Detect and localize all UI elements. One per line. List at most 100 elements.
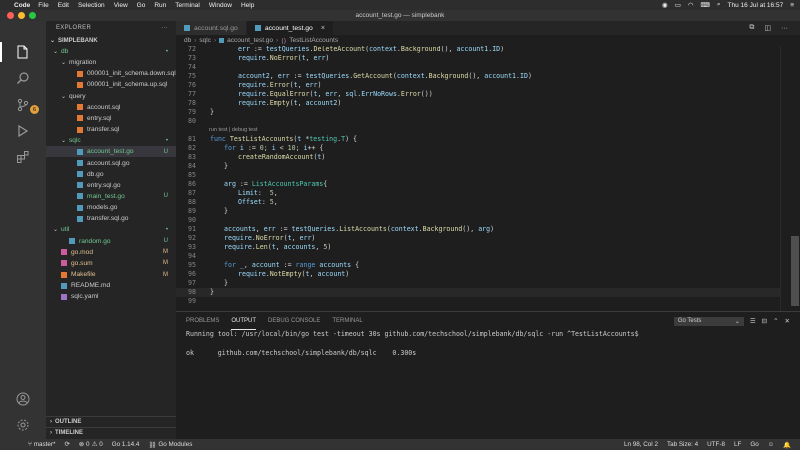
codelens-run-debug-test[interactable]: run test | debug test <box>209 127 258 134</box>
tab-account-test-go[interactable]: account_test.go × <box>246 21 334 35</box>
notifications-icon[interactable]: 🔔 <box>783 441 791 449</box>
code-line[interactable]: 97} <box>176 279 780 288</box>
tree-item-transfer-sql-go[interactable]: transfer.sql.go <box>46 213 176 224</box>
extensions-icon[interactable] <box>13 147 33 167</box>
breadcrumb-item[interactable]: sqlc <box>199 37 211 44</box>
code-line[interactable]: 78 require.Empty(t, account2) <box>176 99 780 108</box>
tree-item-migration[interactable]: ⌄ migration <box>46 57 176 68</box>
tree-item-db-go[interactable]: db.go <box>46 169 176 180</box>
tree-item-000001-init-schema-down-sql[interactable]: 000001_init_schema.down.sql <box>46 68 176 79</box>
code-line[interactable]: 89} <box>176 207 780 216</box>
code-line[interactable]: 90 <box>176 216 780 225</box>
tree-item-sqlc[interactable]: ⌄ sqlc • <box>46 135 176 146</box>
end-of-line[interactable]: LF <box>734 441 741 448</box>
code-line[interactable]: 75 account2, err := testQueries.GetAccoun… <box>176 72 780 81</box>
more-actions-icon[interactable]: ··· <box>161 25 168 31</box>
close-window-button[interactable] <box>7 12 14 19</box>
code-line[interactable]: 73 require.NoError(t, err) <box>176 54 780 63</box>
close-icon[interactable]: × <box>321 25 325 32</box>
run-debug-icon[interactable] <box>13 121 33 141</box>
code-line[interactable]: 81 func TestListAccounts(t *testing.T) { <box>176 135 780 144</box>
menu-run[interactable]: Run <box>154 2 166 9</box>
tab-account-sql-go[interactable]: account.sql.go <box>176 21 247 35</box>
menu-edit[interactable]: Edit <box>58 2 69 9</box>
tree-item-go-mod[interactable]: go.mod M <box>46 247 176 258</box>
code-line[interactable]: 94 <box>176 252 780 261</box>
go-modules[interactable]: ⛓ Go Modules <box>148 441 192 449</box>
tree-item-entry-sql[interactable]: entry.sql <box>46 113 176 124</box>
git-branch[interactable]: ⑂ master* <box>28 441 55 448</box>
code-line[interactable]: 82 for i := 0; i < 10; i++ { <box>176 144 780 153</box>
maximize-panel-icon[interactable]: ⌃ <box>773 317 778 325</box>
more-actions-icon[interactable]: ··· <box>781 25 788 32</box>
tree-item-query[interactable]: ⌄ query <box>46 91 176 102</box>
account-icon[interactable] <box>13 389 33 409</box>
code-line[interactable]: 93 require.Len(t, accounts, 5) <box>176 243 780 252</box>
feedback-icon[interactable]: ☺ <box>768 441 774 448</box>
output-content[interactable]: Running tool: /usr/local/bin/go test -ti… <box>176 330 800 358</box>
tree-item-transfer-sql[interactable]: transfer.sql <box>46 124 176 135</box>
timeline-section[interactable]: › TIMELINE <box>46 427 176 438</box>
minimize-window-button[interactable] <box>18 12 25 19</box>
code-line[interactable]: 72 err := testQueries.DeleteAccount(conte… <box>176 46 780 54</box>
code-line[interactable]: 95 for _, account := range accounts { <box>176 261 780 270</box>
menu-help[interactable]: Help <box>241 2 254 9</box>
tree-item-models-go[interactable]: models.go <box>46 202 176 213</box>
code-editor[interactable]: 72 err := testQueries.DeleteAccount(conte… <box>176 46 780 311</box>
menu-window[interactable]: Window <box>209 2 232 9</box>
code-line[interactable]: 99 <box>176 297 780 306</box>
menu-selection[interactable]: Selection <box>78 2 105 9</box>
code-line[interactable]: 84} <box>176 162 780 171</box>
code-line[interactable]: 76 require.Error(t, err) <box>176 81 780 90</box>
tree-item-account-test-go[interactable]: account_test.go U <box>46 146 176 158</box>
zoom-window-button[interactable] <box>29 12 36 19</box>
code-line[interactable]: 74 <box>176 63 780 72</box>
tree-item-util[interactable]: ⌄ util • <box>46 224 176 235</box>
code-line[interactable]: 85 <box>176 171 780 180</box>
clear-output-icon[interactable]: ☰ <box>750 317 756 325</box>
code-line[interactable]: 92 require.NoError(t, err) <box>176 234 780 243</box>
code-line[interactable]: 77 require.EqualError(t, err, sql.ErrNoRo… <box>176 90 780 99</box>
sync-icon[interactable]: ⟳ <box>64 441 69 448</box>
project-folder-header[interactable]: ⌄ SIMPLEBANK <box>46 35 176 46</box>
breadcrumb-item[interactable]: db <box>184 37 191 44</box>
menu-terminal[interactable]: Terminal <box>175 2 200 9</box>
wifi-icon[interactable]: ◠ <box>688 1 694 9</box>
code-line[interactable]: 80 <box>176 117 780 126</box>
split-editor-icon[interactable]: ◫ <box>764 24 771 32</box>
tree-item-account-sql-go[interactable]: account.sql.go <box>46 158 176 169</box>
encoding[interactable]: UTF-8 <box>707 441 725 448</box>
breadcrumb-item[interactable]: TestListAccounts <box>289 37 338 44</box>
scrollbar-thumb[interactable] <box>791 236 799 306</box>
tree-item-main-test-go[interactable]: main_test.go U <box>46 191 176 202</box>
tree-item-account-sql[interactable]: account.sql <box>46 102 176 113</box>
clock[interactable]: Thu 16 Jul at 16:57 <box>728 2 784 9</box>
lock-scroll-icon[interactable]: ⊟ <box>762 317 767 325</box>
settings-gear-icon[interactable] <box>13 415 33 435</box>
close-panel-icon[interactable]: ✕ <box>785 317 790 325</box>
tree-item-go-sum[interactable]: go.sum M <box>46 258 176 269</box>
tree-item-random-go[interactable]: random.go U <box>46 236 176 247</box>
problems-count[interactable]: ⊗ 0 ⚠ 0 <box>79 441 103 448</box>
menu-view[interactable]: View <box>114 2 128 9</box>
tab-debug-console[interactable]: DEBUG CONSOLE <box>268 312 320 330</box>
menu-file[interactable]: File <box>38 2 48 9</box>
tree-item-db[interactable]: ⌄ db • <box>46 46 176 57</box>
tree-item-makefile[interactable]: Makefile M <box>46 269 176 280</box>
go-version[interactable]: Go 1.14.4 <box>112 441 140 448</box>
tree-item-entry-sql-go[interactable]: entry.sql.go <box>46 180 176 191</box>
menu-go[interactable]: Go <box>137 2 146 9</box>
code-line[interactable]: 96 require.NotEmpty(t, account) <box>176 270 780 279</box>
code-line[interactable]: 83 createRandomAccount(t) <box>176 153 780 162</box>
code-line[interactable]: 87 Limit: 5, <box>176 189 780 198</box>
search-icon[interactable]: ⌕ <box>717 1 721 9</box>
search-icon[interactable] <box>13 68 33 88</box>
control-center-icon[interactable]: ≡ <box>790 2 794 9</box>
app-menu[interactable]: Code <box>14 2 30 9</box>
explorer-icon[interactable] <box>13 42 33 62</box>
input-source-icon[interactable]: ⌨ <box>701 1 710 9</box>
editor-scrollbar[interactable] <box>780 46 800 311</box>
code-line[interactable]: 98} <box>176 288 780 297</box>
code-line[interactable]: 88 Offset: 5, <box>176 198 780 207</box>
tree-item-readme-md[interactable]: README.md <box>46 280 176 291</box>
